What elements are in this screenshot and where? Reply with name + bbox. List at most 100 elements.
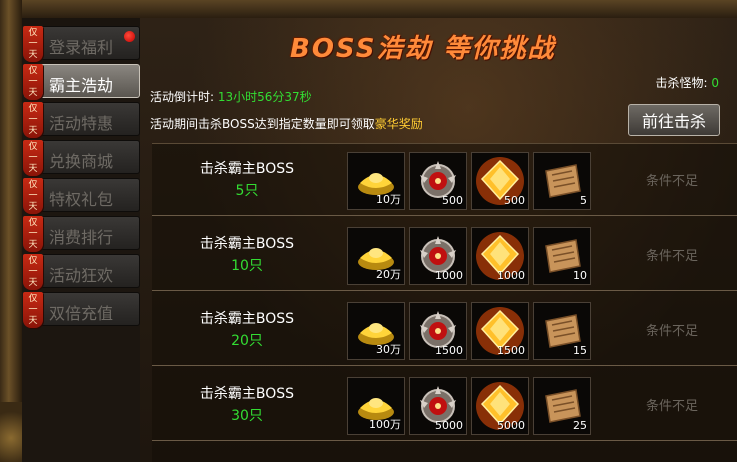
reward-quantity: 30万 <box>376 343 401 356</box>
tag-char: 一 <box>28 77 38 87</box>
tag-char: 天 <box>28 50 38 60</box>
row-title: 击杀霸主BOSS <box>199 311 295 327</box>
reward-table: 击杀霸主BOSS 5只 10万 500 500 5 条件不足 击杀霸主BOSS 10只 20万 10… <box>152 143 737 462</box>
reward-quantity: 5000 <box>435 419 463 432</box>
reward-quantity: 15 <box>573 344 587 357</box>
tag-char: 仅 <box>28 294 38 304</box>
go-kill-button[interactable]: 前往击杀 <box>628 104 720 136</box>
table-row: 击杀霸主BOSS 10只 20万 1000 1000 10 条件不足 <box>152 219 737 291</box>
tag-char: 天 <box>28 316 38 326</box>
reward-slot[interactable]: 10 <box>533 227 591 285</box>
row-count: 20只 <box>231 333 263 349</box>
sidebar-item[interactable]: 仅一天 活动特惠 <box>23 102 140 138</box>
reward-slot[interactable]: 1500 <box>409 302 467 360</box>
sidebar-item-label: 活动特惠 <box>49 114 114 133</box>
tag-char: 仅 <box>28 218 38 228</box>
tag-char: 一 <box>28 191 38 201</box>
table-row: 击杀霸主BOSS 5只 10万 500 500 5 条件不足 <box>152 144 737 216</box>
reward-slot[interactable]: 500 <box>409 152 467 210</box>
reward-slot[interactable]: 500 <box>471 152 529 210</box>
row-title: 击杀霸主BOSS <box>199 386 295 402</box>
reward-quantity: 500 <box>442 194 463 207</box>
tag-char: 仅 <box>28 180 38 190</box>
countdown-label: 活动倒计时: <box>150 90 215 104</box>
sidebar-item-label: 霸主浩劫 <box>49 76 114 95</box>
sidebar-item-label: 消费排行 <box>49 228 114 247</box>
row-count: 30只 <box>231 408 263 424</box>
tag-char: 仅 <box>28 66 38 76</box>
tag-char: 仅 <box>28 104 38 114</box>
row-title: 击杀霸主BOSS <box>199 161 295 177</box>
reward-slot[interactable]: 1000 <box>471 227 529 285</box>
claim-status: 条件不足 <box>645 174 698 189</box>
reward-slot[interactable]: 20万 <box>347 227 405 285</box>
claim-status: 条件不足 <box>645 399 698 414</box>
tag-char: 仅 <box>28 256 38 266</box>
reward-slot[interactable]: 5000 <box>409 377 467 435</box>
limited-day-tag: 仅一天 <box>23 292 43 328</box>
row-count: 5只 <box>235 183 259 199</box>
sidebar: 仅一天登录福利仅一天霸主浩劫仅一天活动特惠仅一天兑换商城仅一天特权礼包仅一天消费… <box>22 26 140 462</box>
tag-char: 一 <box>28 153 38 163</box>
limited-day-tag: 仅一天 <box>23 178 43 214</box>
description-highlight: 豪华奖励 <box>374 117 423 131</box>
reward-slot[interactable]: 100万 <box>347 377 405 435</box>
sidebar-item-label: 双倍充值 <box>49 304 114 323</box>
reward-quantity: 1000 <box>435 269 463 282</box>
reward-quantity: 1500 <box>435 344 463 357</box>
left-frame <box>0 0 22 462</box>
reward-quantity: 1500 <box>497 344 525 357</box>
reward-slot[interactable]: 25 <box>533 377 591 435</box>
kill-label: 击杀怪物: <box>655 76 708 90</box>
sidebar-item[interactable]: 仅一天消费排行 <box>23 216 140 252</box>
limited-day-tag: 仅一天 <box>23 26 43 62</box>
countdown-value: 13小时56分37秒 <box>217 90 312 104</box>
tag-char: 天 <box>28 240 38 250</box>
notification-dot-icon <box>124 31 135 42</box>
sidebar-item-label: 特权礼包 <box>49 190 114 209</box>
reward-slot[interactable]: 30万 <box>347 302 405 360</box>
reward-quantity: 5 <box>580 194 587 207</box>
limited-day-tag: 仅一天 <box>23 140 43 176</box>
sidebar-item-label: 活动狂欢 <box>49 266 114 285</box>
description-text: 活动期间击杀BOSS达到指定数量即可领取 <box>150 117 375 131</box>
banner-title: BOSS浩劫 等你挑战 <box>290 34 556 64</box>
table-row: 击杀霸主BOSS 30只 100万 5000 5000 25 条件不足 <box>152 369 737 441</box>
tag-char: 一 <box>28 305 38 315</box>
sidebar-item-label: 兑换商城 <box>49 152 114 171</box>
tag-char: 一 <box>28 115 38 125</box>
tag-char: 仅 <box>28 28 38 38</box>
top-frame <box>0 0 737 18</box>
claim-status: 条件不足 <box>645 324 698 339</box>
limited-day-tag: 仅一天 <box>23 64 43 100</box>
reward-quantity: 1000 <box>497 269 525 282</box>
sidebar-item[interactable]: 仅一天霸主浩劫 <box>23 64 140 100</box>
kill-value: 0 <box>711 76 719 90</box>
main-panel: BOSS浩劫 等你挑战 击杀怪物: 0 活动倒计时: 13小时56分37秒 活动… <box>140 18 737 462</box>
reward-slot[interactable]: 1500 <box>471 302 529 360</box>
reward-slot[interactable]: 5000 <box>471 377 529 435</box>
reward-slot[interactable]: 10万 <box>347 152 405 210</box>
countdown: 活动倒计时: 13小时56分37秒 <box>150 88 312 105</box>
row-title: 击杀霸主BOSS <box>199 236 295 252</box>
tag-char: 天 <box>28 164 38 174</box>
tag-char: 天 <box>28 278 38 288</box>
limited-day-tag: 仅一天 <box>23 254 43 290</box>
sidebar-item[interactable]: 仅一天登录福利 <box>23 26 140 62</box>
sidebar-item-label: 登录福利 <box>49 38 114 57</box>
reward-quantity: 10 <box>573 269 587 282</box>
sidebar-item[interactable]: 仅一天活动狂欢 <box>23 254 140 290</box>
sidebar-item[interactable]: 仅一天特权礼包 <box>23 178 140 214</box>
reward-quantity: 100万 <box>369 418 401 431</box>
reward-slot[interactable]: 5 <box>533 152 591 210</box>
sidebar-item[interactable]: 仅一天双倍充值 <box>23 292 140 328</box>
tag-char: 天 <box>28 202 38 212</box>
reward-slot[interactable]: 15 <box>533 302 591 360</box>
row-count: 10只 <box>231 258 263 274</box>
tag-char: 天 <box>28 126 38 136</box>
reward-slot[interactable]: 1000 <box>409 227 467 285</box>
kill-counter: 击杀怪物: 0 <box>655 74 719 91</box>
tag-char: 一 <box>28 39 38 49</box>
sidebar-item[interactable]: 仅一天兑换商城 <box>23 140 140 176</box>
reward-quantity: 500 <box>504 194 525 207</box>
